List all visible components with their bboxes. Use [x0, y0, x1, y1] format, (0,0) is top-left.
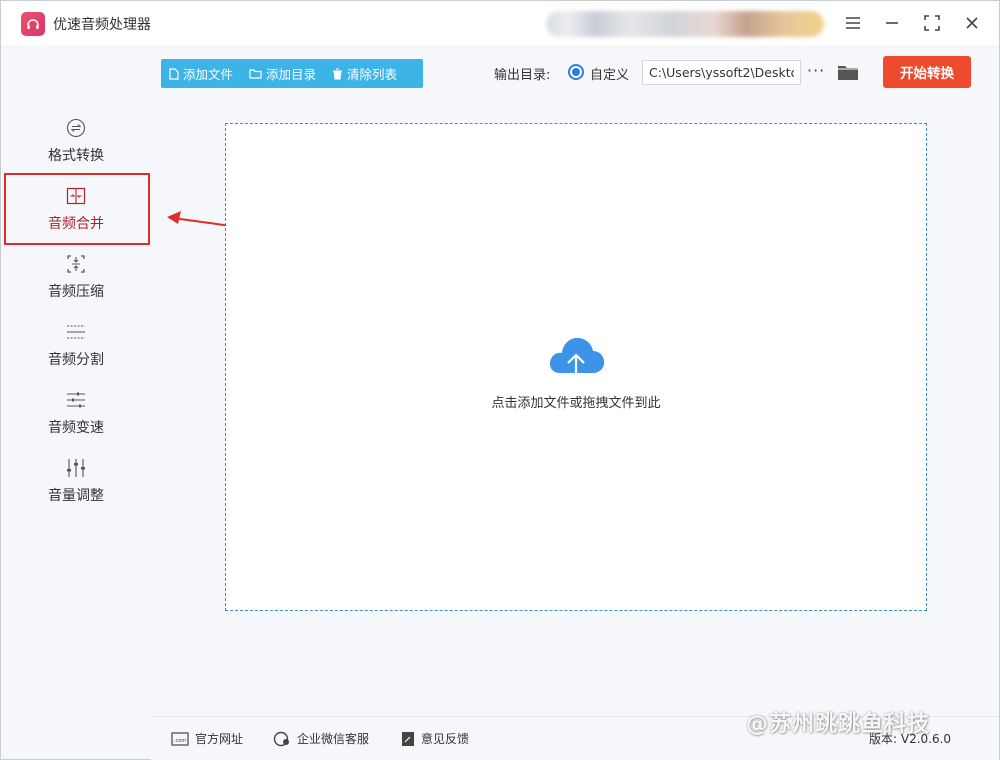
title-bar: 优速音频处理器 — [1, 1, 999, 45]
clear-list-button[interactable]: 清除列表 — [324, 59, 405, 88]
file-button-group: 添加文件 添加目录 清除列表 — [161, 59, 423, 88]
wechat-icon — [273, 731, 289, 746]
sidebar-item-label: 格式转换 — [48, 148, 104, 164]
sidebar-item-label: 音频变速 — [48, 420, 104, 436]
add-directory-button[interactable]: 添加目录 — [241, 59, 324, 88]
start-convert-button[interactable]: 开始转换 — [883, 56, 971, 88]
audio-split-icon — [65, 321, 87, 343]
sidebar-item-audio-speed[interactable]: 音频变速 — [1, 379, 151, 447]
official-website-link[interactable]: .com 官方网址 — [171, 730, 243, 747]
add-file-button[interactable]: 添加文件 — [161, 59, 241, 88]
feedback-label: 意见反馈 — [421, 732, 470, 746]
sidebar-item-audio-split[interactable]: 音频分割 — [1, 311, 151, 379]
close-icon[interactable] — [959, 11, 985, 35]
format-convert-icon — [65, 117, 87, 139]
trash-icon — [333, 68, 343, 79]
blurred-account-area — [546, 11, 824, 37]
add-directory-label: 添加目录 — [266, 67, 317, 82]
official-website-label: 官方网址 — [195, 732, 244, 746]
output-path-input[interactable] — [642, 60, 801, 85]
minimize-icon[interactable] — [879, 11, 905, 35]
maximize-icon[interactable] — [919, 11, 945, 35]
folder-outline-icon — [249, 69, 262, 79]
watermark-text: @苏州跳跳鱼科技 — [746, 712, 931, 737]
sidebar-item-audio-compress[interactable]: 音频压缩 — [1, 243, 151, 311]
svg-text:.com: .com — [174, 738, 186, 744]
feedback-icon — [402, 731, 414, 746]
more-options-button[interactable]: ··· — [807, 61, 825, 80]
audio-compress-icon — [65, 253, 87, 275]
wechat-support-link[interactable]: 企业微信客服 — [273, 730, 369, 747]
audio-speed-icon — [65, 389, 87, 411]
sidebar-item-audio-merge[interactable]: 音频合并 — [1, 175, 151, 243]
custom-output-label: 自定义 — [590, 68, 630, 83]
add-file-label: 添加文件 — [183, 67, 234, 82]
feedback-link[interactable]: 意见反馈 — [401, 730, 469, 747]
sidebar-item-label: 音频压缩 — [48, 284, 104, 300]
custom-output-radio[interactable] — [568, 64, 584, 80]
output-directory-label: 输出目录: — [494, 68, 551, 83]
sidebar-item-volume-adjust[interactable]: 音量调整 — [1, 447, 151, 515]
app-window: 优速音频处理器 添加文件 添加目录 清除列表 输出目录: 自定义 C:\User… — [0, 0, 1000, 760]
app-title: 优速音频处理器 — [53, 17, 151, 33]
clear-list-label: 清除列表 — [347, 67, 398, 82]
sidebar: 格式转换 音频合并 音频压缩 音频分割 音频变速 音量调整 — [1, 101, 151, 531]
audio-merge-icon — [65, 185, 87, 207]
volume-adjust-icon — [65, 457, 87, 479]
sidebar-item-format-convert[interactable]: 格式转换 — [1, 107, 151, 175]
sidebar-item-label: 音量调整 — [48, 488, 104, 504]
drop-hint-text: 点击添加文件或拖拽文件到此 — [491, 396, 661, 411]
menu-icon[interactable] — [840, 11, 866, 35]
sidebar-item-label: 音频分割 — [48, 352, 104, 368]
file-icon — [169, 67, 179, 80]
sidebar-item-label: 音频合并 — [48, 216, 104, 232]
file-drop-area[interactable]: 点击添加文件或拖拽文件到此 — [225, 123, 927, 611]
open-folder-icon[interactable] — [837, 62, 859, 82]
website-icon: .com — [171, 731, 189, 746]
wechat-support-label: 企业微信客服 — [297, 732, 370, 746]
cloud-upload-icon — [549, 337, 605, 385]
app-logo-icon — [21, 12, 45, 36]
